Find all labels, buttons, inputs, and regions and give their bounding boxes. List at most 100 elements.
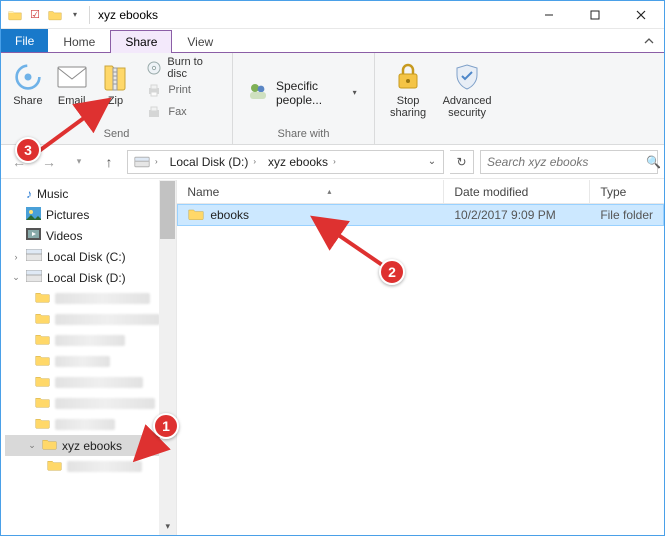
people-icon [248, 82, 268, 103]
print-icon [146, 82, 162, 98]
tree-pictures[interactable]: Pictures [5, 204, 176, 225]
address-history-dropdown[interactable]: ⌄ [423, 156, 441, 167]
refresh-button[interactable]: ↻ [450, 150, 474, 174]
tree-item[interactable] [5, 372, 176, 393]
window-title: xyz ebooks [92, 8, 158, 22]
drive-icon [26, 249, 42, 264]
nav-up-button[interactable]: ↑ [97, 150, 121, 174]
tab-share[interactable]: Share [110, 30, 172, 53]
tree-music[interactable]: ♪Music [5, 183, 176, 204]
zip-icon [99, 61, 131, 93]
tree-cdrive[interactable]: ›Local Disk (C:) [5, 246, 176, 267]
videos-icon [26, 228, 41, 243]
ribbon: Share Email Zip Burn to disc [1, 53, 664, 145]
qat-customize-icon[interactable]: ▾ [67, 7, 83, 23]
scroll-thumb[interactable] [160, 181, 175, 239]
minimize-button[interactable] [526, 1, 572, 29]
column-headers: Name▴ Date modified Type [177, 180, 664, 204]
explorer-body: ♪Music Pictures Videos ›Local Disk (C:) … [1, 180, 664, 535]
share-icon [12, 61, 44, 93]
ribbon-group-security: Stop sharing Advanced security [375, 53, 503, 144]
nav-scrollbar[interactable]: ▴ ▾ [159, 180, 176, 535]
specific-people-button[interactable]: Specific people... ▾ [239, 74, 368, 112]
tab-view[interactable]: View [172, 30, 228, 53]
folder-icon [42, 438, 57, 453]
stop-sharing-button[interactable]: Stop sharing [381, 57, 435, 119]
cell-type: File folder [590, 208, 663, 222]
search-box[interactable]: 🔍 [480, 150, 658, 174]
list-row-ebooks[interactable]: ebooks 10/2/2017 9:09 PM File folder [177, 204, 664, 226]
address-bar[interactable]: › Local Disk (D:)› xyz ebooks› ⌄ [127, 150, 444, 174]
folder-icon [188, 207, 204, 224]
email-icon [56, 61, 88, 93]
qat-properties-icon[interactable]: ☑ [27, 7, 43, 23]
navigation-pane[interactable]: ♪Music Pictures Videos ›Local Disk (C:) … [1, 180, 177, 535]
cell-date: 10/2/2017 9:09 PM [444, 208, 590, 222]
crumb-drive[interactable]: Local Disk (D:)› [166, 151, 262, 173]
search-icon: 🔍 [646, 155, 661, 169]
column-date[interactable]: Date modified [443, 180, 589, 203]
file-list[interactable]: Name▴ Date modified Type ebooks 10/2/201… [177, 180, 664, 535]
search-input[interactable] [485, 154, 646, 170]
explorer-window: ☑ ▾ xyz ebooks File Home Share View [0, 0, 665, 536]
crumb-folder[interactable]: xyz ebooks› [264, 151, 342, 173]
chevron-down-icon: ▾ [350, 88, 359, 97]
annotation-badge-3: 3 [15, 137, 41, 163]
print-button[interactable]: Print [142, 79, 226, 101]
tree-item[interactable] [5, 309, 176, 330]
nav-recent-dropdown[interactable]: ▾ [67, 150, 91, 174]
folder-icon [35, 354, 50, 369]
burn-to-disc-button[interactable]: Burn to disc [142, 57, 226, 79]
tree-xyz-ebooks[interactable]: ⌄xyz ebooks [5, 435, 176, 456]
title-bar: ☑ ▾ xyz ebooks [1, 1, 664, 29]
ribbon-tabs: File Home Share View [1, 29, 664, 53]
music-icon: ♪ [26, 187, 32, 201]
column-type[interactable]: Type [589, 180, 664, 203]
qat-new-folder-icon[interactable] [47, 7, 63, 23]
folder-icon [35, 312, 50, 327]
folder-icon [7, 7, 23, 23]
lock-icon [392, 61, 424, 93]
shield-icon [451, 61, 483, 93]
pictures-icon [26, 207, 41, 223]
disc-icon [146, 60, 161, 76]
tree-item[interactable] [5, 351, 176, 372]
folder-icon [35, 396, 50, 411]
quick-access-toolbar: ☑ ▾ [1, 6, 92, 24]
crumb-drive-icon[interactable]: › [130, 151, 164, 173]
ribbon-help-icon[interactable] [634, 29, 664, 53]
tree-item[interactable] [5, 456, 176, 477]
tab-file[interactable]: File [1, 29, 48, 53]
folder-icon [35, 375, 50, 390]
email-button[interactable]: Email [51, 57, 93, 107]
advanced-security-button[interactable]: Advanced security [437, 57, 497, 119]
folder-icon [35, 333, 50, 348]
tree-item[interactable] [5, 414, 176, 435]
column-name[interactable]: Name▴ [177, 180, 443, 203]
group-label-share-with: Share with [233, 128, 374, 144]
tree: ♪Music Pictures Videos ›Local Disk (C:) … [1, 180, 176, 480]
tree-item[interactable] [5, 330, 176, 351]
tab-home[interactable]: Home [48, 30, 110, 53]
tree-item[interactable] [5, 393, 176, 414]
tree-ddrive[interactable]: ⌄Local Disk (D:) [5, 267, 176, 288]
drive-icon [26, 270, 42, 285]
ribbon-group-send: Share Email Zip Burn to disc [1, 53, 233, 144]
share-button[interactable]: Share [7, 57, 49, 107]
address-bar-row: ← → ▾ ↑ › Local Disk (D:)› xyz ebooks› ⌄… [1, 145, 664, 179]
zip-button[interactable]: Zip [95, 57, 137, 107]
maximize-button[interactable] [572, 1, 618, 29]
scroll-down-icon[interactable]: ▾ [159, 518, 176, 535]
tree-videos[interactable]: Videos [5, 225, 176, 246]
folder-icon [35, 291, 50, 306]
window-buttons [526, 1, 664, 29]
annotation-badge-2: 2 [379, 259, 405, 285]
cell-name: ebooks [178, 207, 444, 224]
tree-item[interactable] [5, 288, 176, 309]
annotation-badge-1: 1 [153, 413, 179, 439]
folder-icon [35, 417, 50, 432]
ribbon-group-share-with: Specific people... ▾ Share with [233, 53, 375, 144]
sort-asc-icon: ▴ [327, 187, 331, 196]
fax-button[interactable]: Fax [142, 101, 226, 123]
close-button[interactable] [618, 1, 664, 29]
